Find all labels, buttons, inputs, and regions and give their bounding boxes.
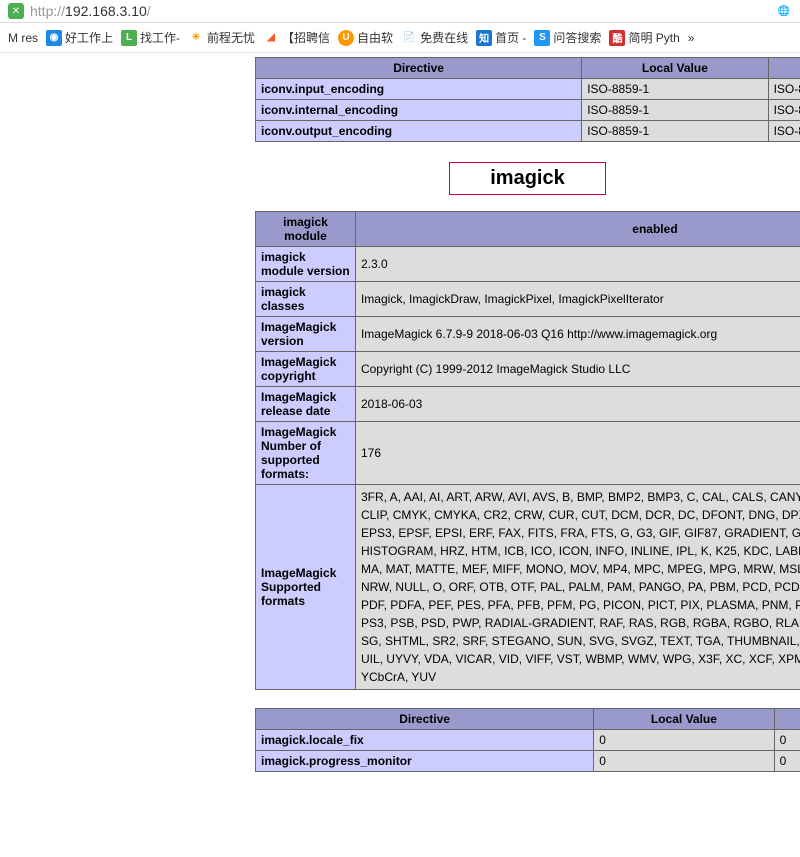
table-row: imagick.progress_monitor 0 0 — [256, 751, 800, 772]
bookmark-item[interactable]: 知 首页 - — [476, 29, 526, 46]
letter-icon: L — [121, 30, 137, 46]
page-icon: 📄 — [401, 30, 417, 46]
bookmark-item[interactable]: ◉ 好工作上 — [46, 29, 113, 46]
master-value: 0 — [774, 751, 800, 772]
sun-icon: ☀ — [188, 30, 204, 46]
local-value: 0 — [594, 751, 774, 772]
directive-name: iconv.input_encoding — [256, 79, 582, 100]
imagick-directives-table: Directive Local Value Master Valu imagic… — [255, 708, 800, 772]
directive-name: iconv.output_encoding — [256, 121, 582, 142]
url-path: / — [147, 3, 151, 19]
letter-icon: 酷 — [609, 30, 625, 46]
row-key: imagick module version — [256, 247, 356, 282]
table-row: ImageMagick Supported formats 3FR, A, AA… — [256, 485, 800, 690]
browser-address-bar: ✕ http://192.168.3.10/ 🌐 — [0, 0, 800, 23]
local-value: 0 — [594, 730, 774, 751]
row-val: Copyright (C) 1999-2012 ImageMagick Stud… — [355, 352, 800, 387]
bookmark-item[interactable]: ☀ 前程无忧 — [188, 29, 255, 46]
bookmark-item[interactable]: L 找工作- — [121, 29, 180, 46]
bookmark-item[interactable]: ◢ 【招聘信 — [263, 29, 330, 46]
bookmark-item[interactable]: 酷 简明 Pyth — [609, 29, 679, 46]
url-host: 192.168.3.10 — [65, 3, 147, 19]
row-val: 176 — [355, 422, 800, 485]
master-value: ISO-8859-1 — [768, 121, 800, 142]
row-key: ImageMagick release date — [256, 387, 356, 422]
table-row: ImageMagick release date 2018-06-03 — [256, 387, 800, 422]
row-key: ImageMagick copyright — [256, 352, 356, 387]
table-row: ImageMagick Number of supported formats:… — [256, 422, 800, 485]
table-row: iconv.output_encoding ISO-8859-1 ISO-885… — [256, 121, 800, 142]
row-key: ImageMagick Supported formats — [256, 485, 356, 690]
col-master-value: Master Valu — [768, 58, 800, 79]
row-val: 2.3.0 — [355, 247, 800, 282]
table-header-row: Directive Local Value Master Valu — [256, 58, 800, 79]
col-master-value: Master Valu — [774, 709, 800, 730]
table-row: ImageMagick version ImageMagick 6.7.9-9 … — [256, 317, 800, 352]
site-icon[interactable]: 🌐 — [776, 3, 792, 19]
section-title-wrapper: imagick — [255, 162, 800, 195]
table-row: ImageMagick copyright Copyright (C) 1999… — [256, 352, 800, 387]
letter-icon: S — [534, 30, 550, 46]
table-row: iconv.internal_encoding ISO-8859-1 ISO-8… — [256, 100, 800, 121]
url-bar[interactable]: http://192.168.3.10/ — [30, 3, 770, 19]
table-header-row: Directive Local Value Master Valu — [256, 709, 800, 730]
local-value: ISO-8859-1 — [582, 79, 768, 100]
col-enabled: enabled — [355, 212, 800, 247]
master-value: 0 — [774, 730, 800, 751]
row-val: ImageMagick 6.7.9-9 2018-06-03 Q16 http:… — [355, 317, 800, 352]
bookmark-item[interactable]: U 自由软 — [338, 29, 393, 46]
col-directive: Directive — [256, 58, 582, 79]
letter-icon: 知 — [476, 30, 492, 46]
directive-name: imagick.locale_fix — [256, 730, 594, 751]
table-row: iconv.input_encoding ISO-8859-1 ISO-8859… — [256, 79, 800, 100]
local-value: ISO-8859-1 — [582, 121, 768, 142]
bookmark-overflow[interactable]: » — [688, 31, 695, 45]
directive-name: imagick.progress_monitor — [256, 751, 594, 772]
col-directive: Directive — [256, 709, 594, 730]
bookmark-item[interactable]: 📄 免费在线 — [401, 29, 468, 46]
table-row: imagick module version 2.3.0 — [256, 247, 800, 282]
row-key: ImageMagick version — [256, 317, 356, 352]
bookmark-item[interactable]: S 问答搜索 — [534, 29, 601, 46]
col-local-value: Local Value — [582, 58, 768, 79]
bookmarks-bar: M res ◉ 好工作上 L 找工作- ☀ 前程无忧 ◢ 【招聘信 U 自由软 … — [0, 23, 800, 53]
col-module: imagick module — [256, 212, 356, 247]
row-key: imagick classes — [256, 282, 356, 317]
browser-icon: ✕ — [8, 3, 24, 19]
directive-name: iconv.internal_encoding — [256, 100, 582, 121]
section-title: imagick — [449, 162, 605, 195]
globe-icon: ◉ — [46, 30, 62, 46]
col-local-value: Local Value — [594, 709, 774, 730]
local-value: ISO-8859-1 — [582, 100, 768, 121]
iconv-directives-table: Directive Local Value Master Valu iconv.… — [255, 57, 800, 142]
supported-formats: 3FR, A, AAI, AI, ART, ARW, AVI, AVS, B, … — [355, 485, 800, 690]
master-value: ISO-8859-1 — [768, 79, 800, 100]
row-val: 2018-06-03 — [355, 387, 800, 422]
fire-icon: ◢ — [263, 30, 279, 46]
imagick-module-table: imagick module enabled imagick module ve… — [255, 211, 800, 690]
table-row: imagick.locale_fix 0 0 — [256, 730, 800, 751]
row-key: ImageMagick Number of supported formats: — [256, 422, 356, 485]
table-header-row: imagick module enabled — [256, 212, 800, 247]
page-content: Directive Local Value Master Valu iconv.… — [0, 53, 800, 772]
master-value: ISO-8859-1 — [768, 100, 800, 121]
circle-icon: U — [338, 30, 354, 46]
table-row: imagick classes Imagick, ImagickDraw, Im… — [256, 282, 800, 317]
url-protocol: http:// — [30, 3, 65, 19]
bookmark-item[interactable]: M res — [8, 31, 38, 45]
row-val: Imagick, ImagickDraw, ImagickPixel, Imag… — [355, 282, 800, 317]
